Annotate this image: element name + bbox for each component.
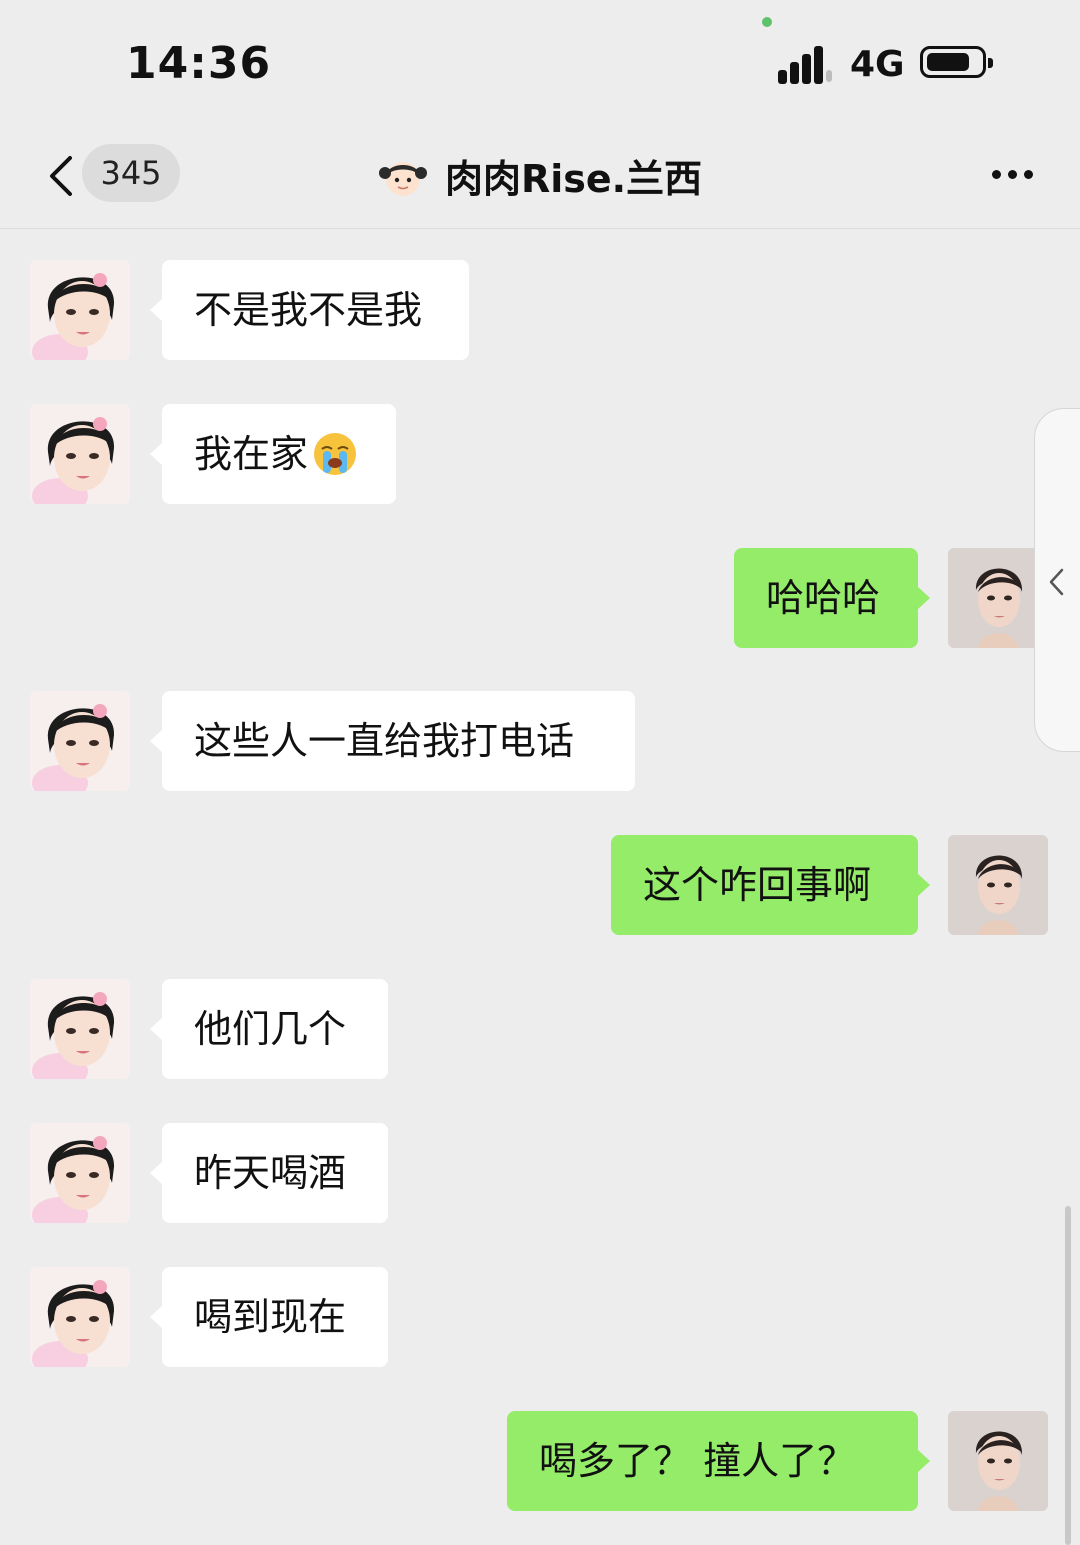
incoming-message-bubble[interactable]: 喝到现在	[150, 1267, 388, 1367]
message-text: 这些人一直给我打电话	[194, 719, 575, 763]
chat-title-area: 肉肉Rise.兰西	[0, 148, 1080, 203]
girl-emoji-icon	[378, 161, 427, 196]
incoming-message-bubble[interactable]: 昨天喝酒	[150, 1123, 388, 1223]
battery-tip	[988, 58, 993, 68]
my-avatar[interactable]	[948, 835, 1048, 935]
my-avatar[interactable]	[948, 1411, 1048, 1511]
incoming-message-bubble[interactable]: 不是我不是我	[150, 260, 469, 360]
message-text: 不是我不是我	[194, 288, 423, 332]
scrollbar[interactable]	[1065, 1206, 1071, 1545]
message-text: 这个咋回事啊	[643, 863, 872, 907]
contact-avatar[interactable]	[30, 260, 130, 360]
battery-icon	[920, 46, 993, 78]
contact-avatar[interactable]	[30, 404, 130, 504]
outgoing-message-bubble[interactable]: 哈哈哈	[734, 548, 930, 648]
message-text: 他们几个	[194, 1007, 347, 1051]
outgoing-message-bubble[interactable]: 这个咋回事啊	[611, 835, 930, 935]
cellular-signal-icon	[778, 44, 834, 84]
message-text: 我在家	[194, 432, 309, 476]
chevron-left-icon	[1049, 568, 1064, 596]
incoming-message-bubble[interactable]: 他们几个	[150, 979, 388, 1079]
crying-face-emoji	[314, 432, 357, 475]
network-type: 4G	[850, 44, 905, 85]
message-text: 喝到现在	[194, 1295, 347, 1339]
contact-avatar[interactable]	[30, 1123, 130, 1223]
contact-avatar[interactable]	[30, 1267, 130, 1367]
status-bar: 14:36 4G	[0, 0, 1080, 120]
incoming-message-bubble[interactable]: 这些人一直给我打电话	[150, 691, 635, 791]
battery-fill	[927, 53, 969, 71]
chat-header: 345 肉肉Rise.兰西	[0, 120, 1080, 229]
contact-avatar[interactable]	[30, 979, 130, 1079]
chat-title: 肉肉Rise.兰西	[444, 157, 703, 201]
camera-indicator-dot	[762, 17, 772, 27]
outgoing-message-bubble[interactable]: 喝多了？ 撞人了？	[507, 1411, 930, 1511]
message-text: 喝多了？ 撞人了？	[539, 1439, 856, 1483]
message-text: 哈哈哈	[766, 576, 881, 620]
incoming-message-bubble[interactable]: 我在家	[150, 404, 396, 504]
status-time: 14:36	[126, 38, 272, 89]
my-avatar[interactable]	[948, 548, 1048, 648]
contact-avatar[interactable]	[30, 691, 130, 791]
side-drawer-handle[interactable]	[1034, 408, 1080, 752]
message-text: 昨天喝酒	[194, 1151, 347, 1195]
more-dots-icon[interactable]	[988, 160, 1038, 190]
